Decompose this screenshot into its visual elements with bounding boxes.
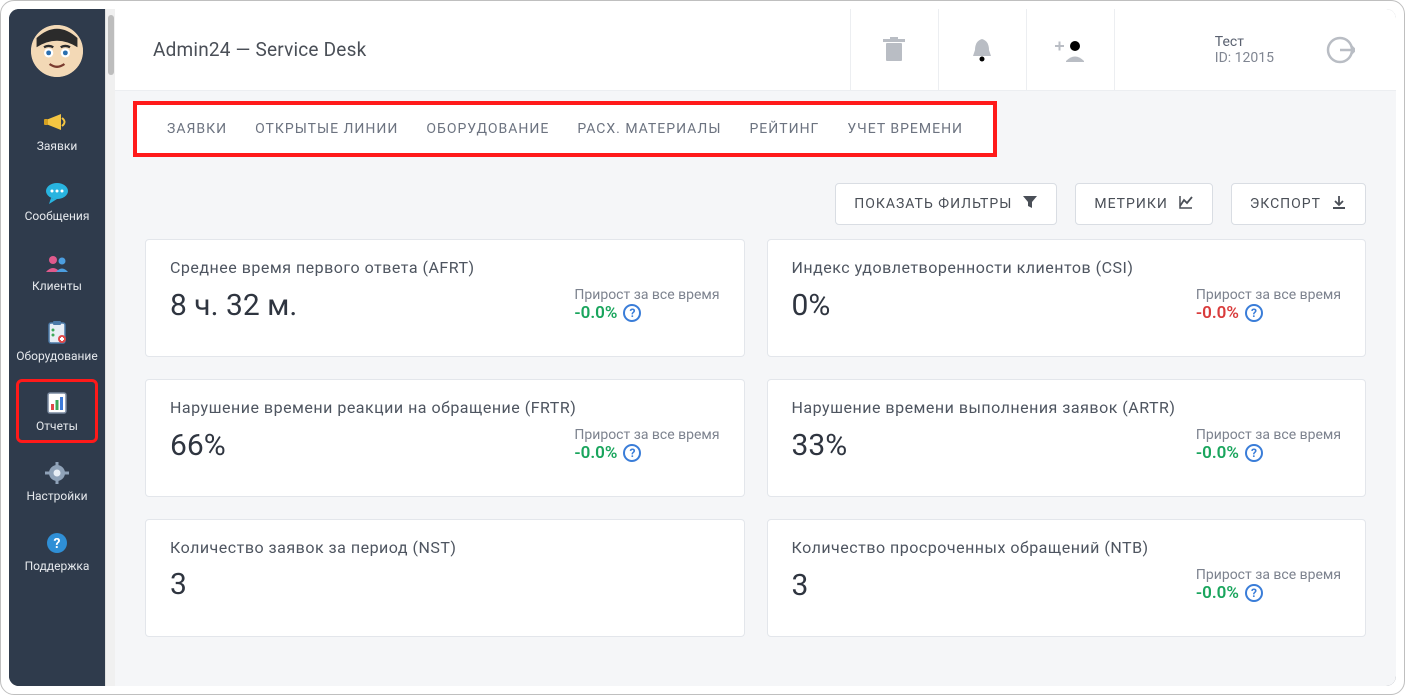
growth-label: Прирост за все время [1196, 427, 1341, 443]
growth-label: Прирост за все время [1196, 567, 1341, 583]
growth-label: Прирост за все время [574, 427, 719, 443]
button-label: МЕТРИКИ [1094, 196, 1167, 212]
help-icon[interactable]: ? [1245, 304, 1263, 322]
card-value: 0% [792, 288, 831, 323]
content: Admin24 — Service Desk Тест ID: 12015 ЗА… [115, 9, 1396, 686]
card-value: 33% [792, 428, 848, 463]
tab-timesheet[interactable]: УЧЕТ ВРЕМЕНИ [833, 115, 977, 143]
sidebar-item-label: Заявки [37, 140, 78, 152]
card-growth: Прирост за все время-0.0%? [1196, 567, 1341, 603]
metric-card[interactable]: Количество просроченных обращений (NTB) 3… [767, 519, 1367, 637]
chart-icon [1178, 194, 1194, 214]
card-title: Индекс удовлетворенности клиентов (CSI) [792, 258, 1342, 277]
actionbar: ПОКАЗАТЬ ФИЛЬТРЫ МЕТРИКИ ЭКСПОРТ [115, 183, 1396, 239]
card-value: 3 [792, 568, 809, 603]
sidebar-item-label: Оборудование [16, 350, 97, 362]
scrollbar[interactable] [105, 9, 115, 686]
growth-value: -0.0%? [574, 443, 719, 463]
sidebar-item-label: Отчеты [36, 420, 78, 432]
avatar[interactable] [29, 23, 85, 79]
clipboard-icon [43, 320, 71, 346]
metric-card[interactable]: Количество заявок за период (NST) 3 [145, 519, 745, 637]
filter-icon [1022, 194, 1038, 214]
user-name: Тест [1215, 34, 1274, 50]
metric-card[interactable]: Нарушение времени реакции на обращение (… [145, 379, 745, 497]
tab-requests[interactable]: ЗАЯВКИ [153, 115, 241, 143]
card-growth: Прирост за все время-0.0%? [1196, 427, 1341, 463]
card-growth: Прирост за все время-0.0%? [574, 287, 719, 323]
notifications-button[interactable] [938, 9, 1026, 91]
tabs: ЗАЯВКИ ОТКРЫТЫЕ ЛИНИИ ОБОРУДОВАНИЕ РАСХ.… [133, 101, 997, 157]
sidebar-item-settings[interactable]: Настройки [16, 449, 98, 513]
growth-value: -0.0%? [1196, 443, 1341, 463]
show-filters-button[interactable]: ПОКАЗАТЬ ФИЛЬТРЫ [835, 183, 1057, 225]
tab-open-lines[interactable]: ОТКРЫТЫЕ ЛИНИИ [241, 115, 412, 143]
report-icon [43, 390, 71, 416]
page-title: Admin24 — Service Desk [153, 38, 366, 61]
sidebar-item-messages[interactable]: Сообщения [16, 169, 98, 233]
chat-icon [43, 180, 71, 206]
help-icon[interactable]: ? [623, 444, 641, 462]
metrics-button[interactable]: МЕТРИКИ [1075, 183, 1212, 225]
sidebar-item-support[interactable]: ? Поддержка [16, 519, 98, 583]
export-button[interactable]: ЭКСПОРТ [1231, 183, 1366, 225]
user-id: ID: 12015 [1215, 50, 1274, 66]
card-title: Среднее время первого ответа (AFRT) [170, 258, 720, 277]
sidebar-item-requests[interactable]: Заявки [16, 99, 98, 163]
sidebar-item-label: Сообщения [25, 210, 90, 222]
sidebar-item-label: Настройки [26, 490, 87, 502]
sidebar-item-label: Клиенты [32, 280, 82, 292]
sidebar-item-equipment[interactable]: Оборудование [16, 309, 98, 373]
megaphone-icon [43, 110, 71, 136]
sidebar: Заявки Сообщения Клиенты Оборудование От [9, 9, 105, 686]
card-growth: Прирост за все время-0.0%? [1196, 287, 1341, 323]
card-title: Количество просроченных обращений (NTB) [792, 538, 1342, 557]
help-icon: ? [43, 530, 71, 556]
card-value: 3 [170, 567, 187, 602]
button-label: ПОКАЗАТЬ ФИЛЬТРЫ [854, 196, 1012, 212]
download-icon [1331, 194, 1347, 214]
metric-card[interactable]: Индекс удовлетворенности клиентов (CSI) 0… [767, 239, 1367, 357]
metric-card[interactable]: Среднее время первого ответа (AFRT) 8 ч. … [145, 239, 745, 357]
user-block[interactable]: Тест ID: 12015 [1114, 9, 1310, 91]
card-growth: Прирост за все время-0.0%? [574, 427, 719, 463]
card-value: 66% [170, 428, 226, 463]
growth-value: -0.0%? [574, 303, 719, 323]
svg-text:?: ? [54, 536, 61, 552]
card-title: Количество заявок за период (NST) [170, 538, 720, 557]
sidebar-item-clients[interactable]: Клиенты [16, 239, 98, 303]
help-icon[interactable]: ? [1245, 444, 1263, 462]
metric-card[interactable]: Нарушение времени выполнения заявок (ART… [767, 379, 1367, 497]
growth-label: Прирост за все время [574, 287, 719, 303]
delete-button[interactable] [850, 9, 938, 91]
tab-rating[interactable]: РЕЙТИНГ [735, 115, 833, 143]
sidebar-item-label: Поддержка [25, 560, 90, 572]
card-title: Нарушение времени реакции на обращение (… [170, 398, 720, 417]
scroll-thumb[interactable] [108, 15, 114, 75]
sidebar-item-reports[interactable]: Отчеты [16, 379, 98, 443]
growth-value: -0.0%? [1196, 583, 1341, 603]
help-icon[interactable]: ? [623, 304, 641, 322]
gear-icon [43, 460, 71, 486]
button-label: ЭКСПОРТ [1250, 196, 1321, 212]
growth-label: Прирост за все время [1196, 287, 1341, 303]
topbar: Admin24 — Service Desk Тест ID: 12015 [115, 9, 1396, 91]
add-user-button[interactable] [1026, 9, 1114, 91]
card-value: 8 ч. 32 м. [170, 288, 297, 323]
logout-button[interactable] [1310, 9, 1370, 91]
metric-cards: Среднее время первого ответа (AFRT) 8 ч. … [115, 239, 1396, 637]
people-icon [43, 250, 71, 276]
help-icon[interactable]: ? [1245, 584, 1263, 602]
tab-materials[interactable]: РАСХ. МАТЕРИАЛЫ [563, 115, 735, 143]
tab-equipment[interactable]: ОБОРУДОВАНИЕ [412, 115, 563, 143]
growth-value: -0.0%? [1196, 303, 1341, 323]
card-title: Нарушение времени выполнения заявок (ART… [792, 398, 1342, 417]
